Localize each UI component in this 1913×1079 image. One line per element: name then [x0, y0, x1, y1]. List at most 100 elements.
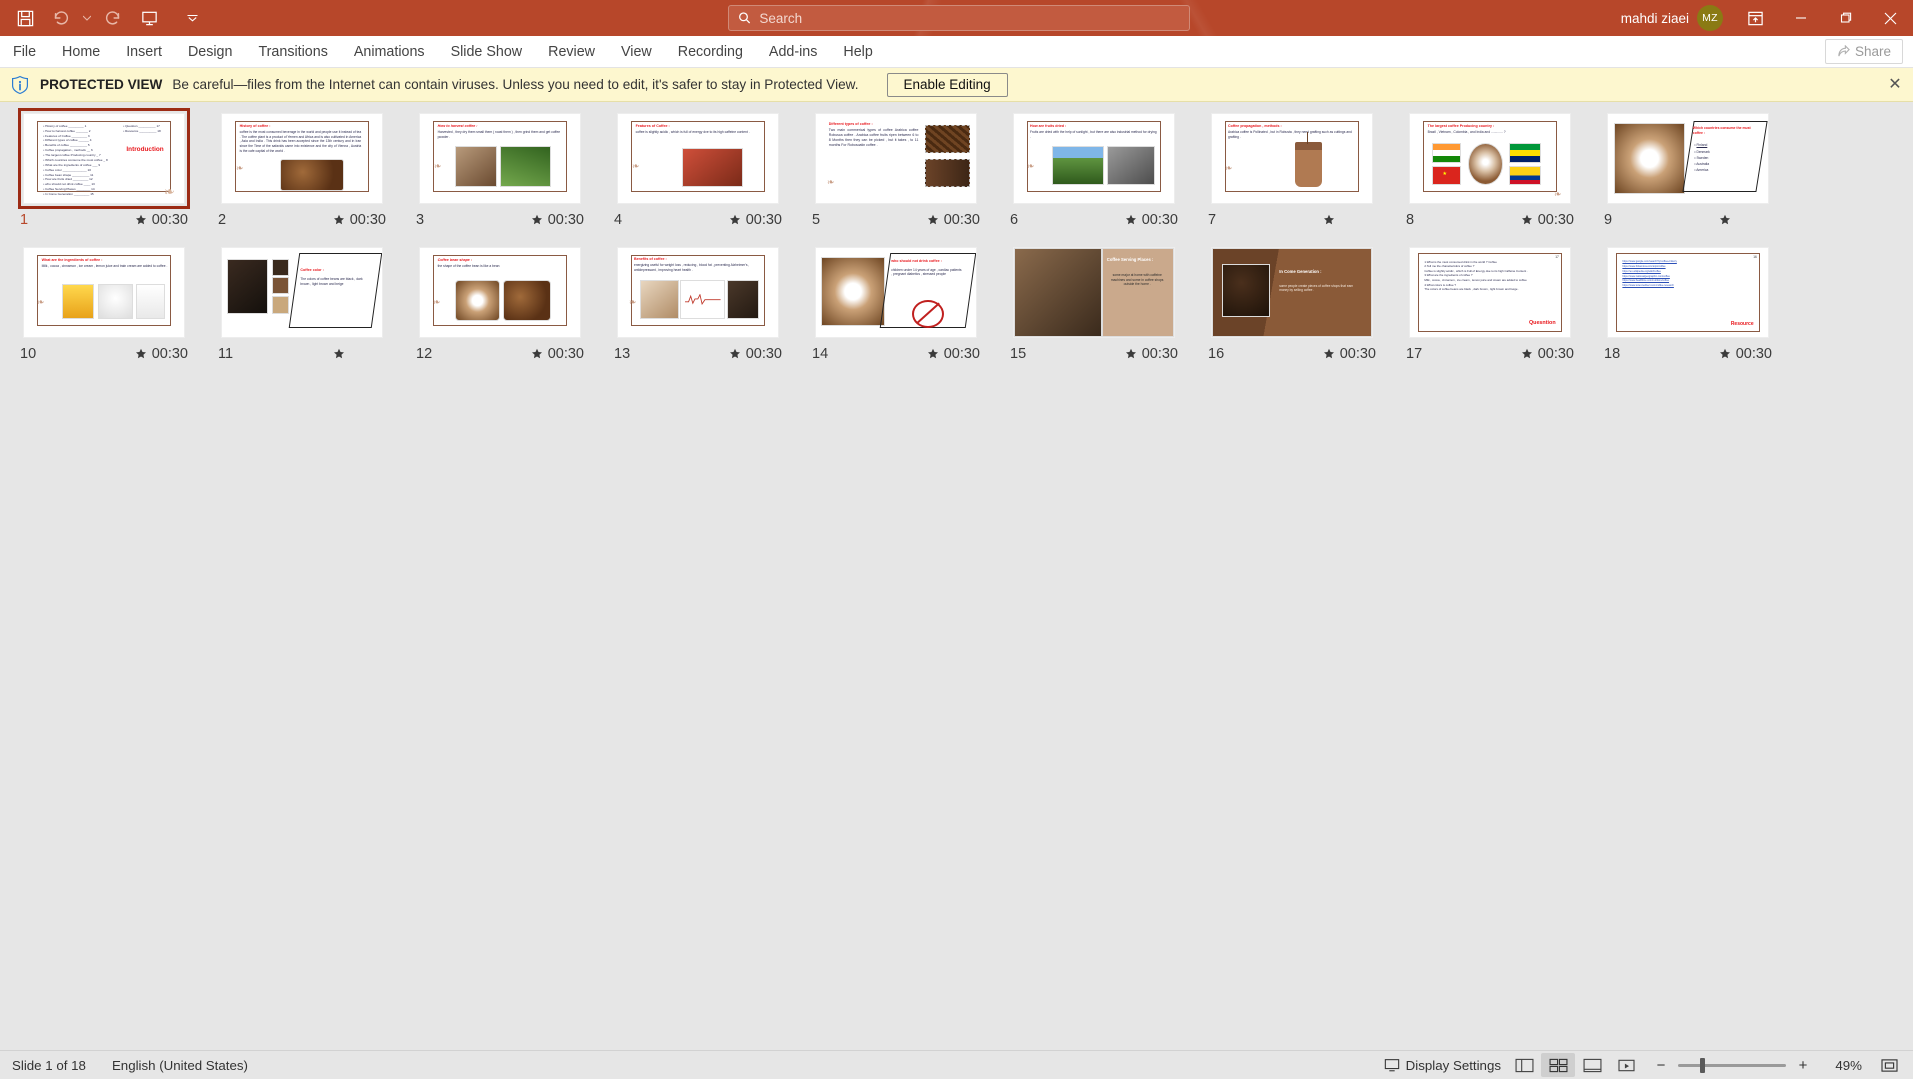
search-icon: [739, 12, 751, 24]
search-input[interactable]: [759, 10, 1180, 26]
zoom-slider[interactable]: [1678, 1057, 1786, 1073]
transition-star-icon[interactable]: [1323, 348, 1335, 360]
transition-star-icon[interactable]: [531, 214, 543, 226]
slide-thumbnail-5[interactable]: Different types of coffee : Two main com…: [806, 108, 1004, 228]
slide-preview-11: Coffee color : The colors of coffee bean…: [221, 247, 383, 338]
slide-thumbnail-18[interactable]: 16 https://www.google.com/search?q=coffe…: [1598, 242, 1796, 362]
language-indicator[interactable]: English (United States): [112, 1058, 248, 1073]
ribbon-display-options-icon[interactable]: [1733, 0, 1778, 36]
slide-preview-17: 17 1.What is the must consumed drink in …: [1409, 247, 1571, 338]
tab-file[interactable]: File: [0, 36, 49, 67]
transition-star-icon[interactable]: [135, 214, 147, 226]
slide-grid: • History of coffee _________ 1 • How to…: [0, 102, 1913, 376]
transition-star-icon[interactable]: [1125, 214, 1137, 226]
transition-star-icon[interactable]: [1521, 348, 1533, 360]
tab-recording[interactable]: Recording: [665, 36, 756, 67]
slide-duration-1: 00:30: [151, 212, 188, 228]
slide-thumbnail-3[interactable]: How to harvest coffee : Harvested , they…: [410, 108, 608, 228]
slide-duration-2: 00:30: [349, 212, 386, 228]
slide-duration-3: 00:30: [547, 212, 584, 228]
close-button[interactable]: [1868, 0, 1913, 36]
slide-11-title: Coffee color :: [300, 267, 324, 272]
tab-add-ins[interactable]: Add-ins: [756, 36, 830, 67]
slide-thumbnail-6[interactable]: How are fruits dried : Fruits are dried …: [1004, 108, 1202, 228]
transition-star-icon[interactable]: [1719, 348, 1731, 360]
transition-star-icon[interactable]: [135, 348, 147, 360]
transition-star-icon[interactable]: [1323, 214, 1335, 226]
tab-slide-show[interactable]: Slide Show: [438, 36, 536, 67]
transition-star-icon[interactable]: [729, 214, 741, 226]
display-settings-button[interactable]: Display Settings: [1378, 1053, 1507, 1077]
slide-thumbnail-1[interactable]: • History of coffee _________ 1 • How to…: [14, 108, 212, 228]
transition-star-icon[interactable]: [1521, 214, 1533, 226]
transition-star-icon[interactable]: [927, 348, 939, 360]
slide-thumbnail-7[interactable]: Coffee propagation , methods : Arabica c…: [1202, 108, 1400, 228]
flag-vietnam: ★: [1432, 165, 1462, 186]
slide-number-10: 10: [20, 346, 37, 362]
slideshow-icon[interactable]: [132, 3, 166, 33]
redo-icon[interactable]: [96, 3, 130, 33]
transition-star-icon[interactable]: [333, 214, 345, 226]
zoom-in-button[interactable]: +: [1795, 1057, 1811, 1073]
slide-thumbnail-13[interactable]: Benefits of coffee : energizing useful f…: [608, 242, 806, 362]
protected-view-bar: PROTECTED VIEW Be careful—files from the…: [0, 68, 1913, 102]
slide-11-body: The colors of coffee beans are black , d…: [300, 277, 363, 287]
reading-view-button[interactable]: [1575, 1053, 1609, 1077]
slide-thumbnail-12[interactable]: Coffee bean shape : the shape of the cof…: [410, 242, 608, 362]
zoom-percent[interactable]: 49%: [1820, 1058, 1862, 1073]
slide-thumbnail-9[interactable]: Which countries consume the must coffee …: [1598, 108, 1796, 228]
tab-transitions[interactable]: Transitions: [245, 36, 340, 67]
slide-preview-16: In Come Generation : some people create …: [1211, 247, 1373, 338]
slide-5-body: Two main commerical types of coffee Arab…: [828, 128, 919, 148]
transition-star-icon[interactable]: [531, 348, 543, 360]
transition-star-icon[interactable]: [333, 348, 345, 360]
slide-thumbnail-8[interactable]: The largest coffee Producing country : B…: [1400, 108, 1598, 228]
minimize-button[interactable]: [1778, 0, 1823, 36]
slide-thumbnail-16[interactable]: In Come Generation : some people create …: [1202, 242, 1400, 362]
display-settings-label: Display Settings: [1405, 1057, 1501, 1073]
slide-sorter-canvas[interactable]: • History of coffee _________ 1 • How to…: [0, 102, 1913, 1050]
slide-thumbnail-14[interactable]: who should not drink coffee : children u…: [806, 242, 1004, 362]
slide-sorter-view-button[interactable]: [1541, 1053, 1575, 1077]
share-button[interactable]: Share: [1824, 39, 1903, 64]
transition-star-icon[interactable]: [1125, 348, 1137, 360]
tab-design[interactable]: Design: [175, 36, 246, 67]
tab-insert[interactable]: Insert: [113, 36, 175, 67]
fit-to-window-button[interactable]: [1877, 1054, 1901, 1076]
account-info[interactable]: mahdi ziaei MZ: [1621, 5, 1723, 31]
restore-button[interactable]: [1823, 0, 1868, 36]
zoom-out-button[interactable]: −: [1653, 1057, 1669, 1073]
tab-review[interactable]: Review: [535, 36, 608, 67]
slide-15-title: Coffee Serving Places :: [1106, 256, 1154, 262]
slide-preview-8: The largest coffee Producing country : B…: [1409, 113, 1571, 204]
slide-thumbnail-15[interactable]: Coffee Serving Places : some major at ho…: [1004, 242, 1202, 362]
search-box[interactable]: [728, 5, 1190, 31]
enable-editing-button[interactable]: Enable Editing: [886, 72, 1008, 97]
undo-icon[interactable]: [44, 3, 78, 33]
slide-number-9: 9: [1604, 212, 1613, 228]
slide-thumbnail-4[interactable]: Features of Coffee : coffee is slightly …: [608, 108, 806, 228]
slide-thumbnail-17[interactable]: 17 1.What is the must consumed drink in …: [1400, 242, 1598, 362]
slide-indicator[interactable]: Slide 1 of 18: [12, 1058, 86, 1073]
slide-number-2: 2: [218, 212, 227, 228]
transition-star-icon[interactable]: [729, 348, 741, 360]
slide-17-body: 1.What is the must consumed drink in the…: [1424, 259, 1528, 292]
slide-show-view-button[interactable]: [1609, 1053, 1643, 1077]
tab-view[interactable]: View: [608, 36, 665, 67]
undo-dropdown-chevron-down-icon[interactable]: [80, 3, 94, 33]
slide-thumbnail-11[interactable]: Coffee color : The colors of coffee bean…: [212, 242, 410, 362]
zoom-control[interactable]: − + 49%: [1653, 1054, 1901, 1076]
customize-quick-access-toolbar-chevron-down-icon[interactable]: [182, 3, 202, 33]
normal-view-button[interactable]: [1507, 1053, 1541, 1077]
transition-star-icon[interactable]: [1719, 214, 1731, 226]
slide-thumbnail-2[interactable]: History of coffee : coffee is the most c…: [212, 108, 410, 228]
transition-star-icon[interactable]: [927, 214, 939, 226]
slide-2-title: History of coffee :: [239, 123, 271, 128]
tab-home[interactable]: Home: [49, 36, 113, 67]
save-icon[interactable]: [8, 3, 42, 33]
tab-animations[interactable]: Animations: [341, 36, 438, 67]
zoom-slider-handle[interactable]: [1700, 1057, 1705, 1073]
close-icon[interactable]: ✕: [1886, 76, 1904, 94]
slide-thumbnail-10[interactable]: What are the ingredients of coffee : Mil…: [14, 242, 212, 362]
tab-help[interactable]: Help: [830, 36, 885, 67]
